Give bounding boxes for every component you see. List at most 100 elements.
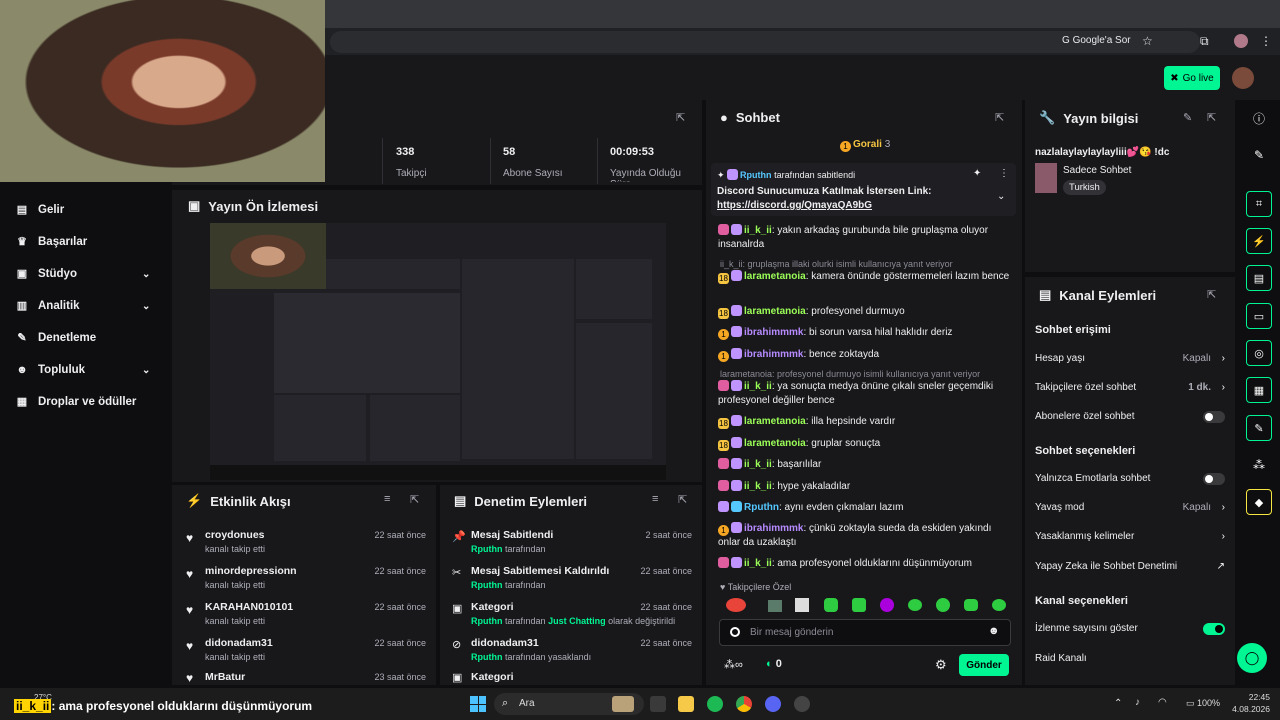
list-item[interactable]: ♥ croydonues kanalı takip etti 22 saat ö…	[172, 525, 436, 561]
nav-item-droplar[interactable]: ▦ Droplar ve ödüller	[16, 396, 137, 408]
document-icon[interactable]: ▤	[1246, 265, 1272, 291]
community-icon[interactable]: ⁂	[1246, 452, 1272, 478]
popout-icon[interactable]: ⇱	[995, 111, 1004, 124]
battery-indicator[interactable]: ▭ 100%	[1186, 698, 1220, 709]
pinned-message[interactable]: ✦ Rputhn tarafından sabitlendi ✦ ⋮ Disco…	[711, 163, 1016, 216]
emote-icon[interactable]	[824, 598, 838, 612]
emote-icon[interactable]	[768, 600, 782, 612]
info-icon[interactable]: ⓘ	[1246, 105, 1272, 131]
extensions-icon[interactable]: ⧉	[1200, 34, 1209, 49]
chat-message[interactable]: 18 larametanoia: illa hepsinde vardır	[718, 415, 1013, 429]
chat-message[interactable]: ii_k_ii: yakın arkadaş gurubunda bile gr…	[718, 224, 1013, 252]
emote-icon[interactable]	[852, 598, 866, 612]
filter-icon[interactable]: ≡	[652, 493, 658, 505]
user-avatar[interactable]	[1232, 67, 1254, 89]
popout-icon[interactable]: ⇱	[676, 111, 685, 124]
list-item[interactable]: ⊘ didonadam31 Rputhn tarafından yasaklan…	[440, 633, 702, 669]
chat-message[interactable]: 1 ibrahimmmk: bi sorun varsa hilal haklıd…	[718, 326, 1013, 340]
banned-words-setting[interactable]: Yasaklanmış kelimeler ›	[1035, 531, 1225, 542]
wifi-icon[interactable]: ◠	[1158, 697, 1167, 708]
list-item[interactable]: ▣ Kategori	[440, 667, 702, 685]
settings-icon[interactable]: ◆	[1246, 489, 1272, 515]
chat-message[interactable]: 18 larametanoia: gruplar sonuçta	[718, 437, 1013, 451]
list-item[interactable]: ♥ KARAHAN010101 kanalı takip etti 22 saa…	[172, 597, 436, 633]
emote-only-toggle[interactable]	[1203, 473, 1225, 485]
emote-picker-icon[interactable]	[730, 627, 740, 637]
list-item[interactable]: ▣ Kategori Rputhn tarafından Just Chatti…	[440, 597, 702, 633]
subs-chat-toggle[interactable]	[1203, 411, 1225, 423]
points-balance[interactable]: ◐ 0	[766, 658, 782, 670]
list-item[interactable]: ✂ Mesaj Sabitlemesi Kaldırıldı Rputhn ta…	[440, 561, 702, 597]
popout-icon[interactable]: ⇱	[1207, 288, 1216, 301]
followers-chat-setting[interactable]: Takipçilere özel sohbet 1 dk. ›	[1035, 382, 1225, 393]
nav-item-denetleme[interactable]: ✎ Denetleme	[16, 332, 96, 344]
gift-leaderboard[interactable]: 1 Gorali 3	[840, 139, 890, 152]
more-icon[interactable]: ⋮	[999, 168, 1009, 179]
emote-icon[interactable]	[936, 598, 950, 612]
send-button[interactable]: Gönder	[959, 654, 1009, 676]
task-view-icon[interactable]	[650, 696, 666, 712]
wrench-icon[interactable]: ✎	[1246, 415, 1272, 441]
popout-icon[interactable]: ⇱	[410, 493, 419, 506]
account-age-setting[interactable]: Hesap yaşı Kapalı ›	[1035, 353, 1225, 364]
chat-input[interactable]: Bir mesaj gönderin ☻	[719, 619, 1011, 646]
chat-message[interactable]: Rputhn: aynı evden çıkmaları lazım	[718, 501, 1013, 515]
category-name[interactable]: Sadece Sohbet	[1063, 165, 1131, 176]
chat-message[interactable]: ii_k_ii: hype yakaladılar	[718, 480, 1013, 494]
slow-mode-setting[interactable]: Yavaş mod Kapalı ›	[1035, 502, 1225, 513]
list-item[interactable]: 📌 Mesaj Sabitlendi Rputhn tarafından 2 s…	[440, 525, 702, 561]
subs-chat-setting[interactable]: Abonelere özel sohbet	[1035, 411, 1225, 423]
chat-message[interactable]: 18 larametanoia: kamera önünde göstermeme…	[718, 270, 1013, 284]
windows-start-icon[interactable]	[470, 696, 486, 712]
emote-icon[interactable]	[964, 599, 978, 611]
nav-item-topluluk[interactable]: ☻ Topluluk ⌄	[16, 364, 150, 376]
chevron-up-icon[interactable]: ⌃	[1114, 698, 1122, 709]
chat-message[interactable]: 1 ibrahimmmk: bence zoktayda	[718, 348, 1013, 362]
emote-bar[interactable]	[720, 597, 1020, 615]
discord-icon[interactable]	[765, 696, 781, 712]
file-explorer-icon[interactable]	[678, 696, 694, 712]
clip-icon[interactable]: ⌗	[1246, 191, 1272, 217]
edit-pencil-icon[interactable]: ✎	[1183, 111, 1192, 124]
emote-only-setting[interactable]: Yalnızca Emotlarla sohbet	[1035, 473, 1225, 485]
emote-icon[interactable]	[992, 599, 1006, 611]
show-viewers-setting[interactable]: İzlenme sayısını göster	[1035, 623, 1225, 635]
list-item[interactable]: ♥ didonadam31 kanalı takip etti 22 saat …	[172, 633, 436, 669]
lightning-icon[interactable]: ⚡	[1246, 228, 1272, 254]
chevron-down-icon[interactable]: ⌄	[997, 191, 1005, 202]
layout-icon[interactable]: ▦	[1246, 377, 1272, 403]
microphone-icon[interactable]: ♪	[1135, 697, 1140, 708]
chat-message[interactable]: 1 ibrahimmmk: çünkü zoktayla sueda da esk…	[718, 522, 1013, 550]
popout-icon[interactable]: ⇱	[678, 493, 687, 506]
nav-item-basarilar[interactable]: ♛ Başarılar	[16, 236, 87, 248]
chat-bubble-icon[interactable]: ▭	[1246, 303, 1272, 329]
broadcast-icon[interactable]: ◎	[1246, 340, 1272, 366]
google-ask-button[interactable]: G Google'a Sor	[1062, 35, 1131, 46]
profile-avatar[interactable]	[1234, 34, 1248, 48]
obs-icon[interactable]	[794, 696, 810, 712]
emote-icon[interactable]	[908, 599, 922, 611]
go-live-button[interactable]: ✖ Go live	[1164, 66, 1220, 90]
nav-item-gelir[interactable]: ▤ Gelir	[16, 204, 64, 216]
taskbar-search[interactable]: ⌕ Ara	[494, 693, 644, 715]
list-item[interactable]: ♥ minordepressionn kanalı takip etti 22 …	[172, 561, 436, 597]
filter-icon[interactable]: ≡	[384, 493, 390, 505]
popout-icon[interactable]: ⇱	[1207, 111, 1216, 124]
support-icon[interactable]: ◯	[1237, 643, 1267, 673]
spotify-icon[interactable]	[707, 696, 723, 712]
bookmark-star-icon[interactable]: ☆	[1142, 34, 1153, 48]
emote-icon[interactable]	[795, 598, 809, 612]
nav-item-analitik[interactable]: ▥ Analitik ⌄	[16, 300, 151, 312]
community-points-icon[interactable]: ⁂∞	[724, 658, 743, 671]
edit-pencil-icon[interactable]: ✎	[1246, 142, 1272, 168]
emote-icon[interactable]	[880, 598, 894, 612]
ai-moderation-setting[interactable]: Yapay Zeka ile Sohbet Denetimi ↗	[1035, 561, 1225, 572]
nav-item-studyo[interactable]: ▣ Stüdyo ⌄	[16, 268, 151, 280]
raid-channel-button[interactable]: Raid Kanalı	[1035, 653, 1225, 664]
clock[interactable]: 22:45	[1240, 692, 1270, 702]
show-viewers-toggle[interactable]	[1203, 623, 1225, 635]
smiley-icon[interactable]: ☻	[988, 625, 1000, 637]
emote-icon[interactable]	[726, 598, 746, 612]
chrome-icon[interactable]	[736, 696, 752, 712]
tag-chip[interactable]: Turkish	[1063, 180, 1106, 195]
